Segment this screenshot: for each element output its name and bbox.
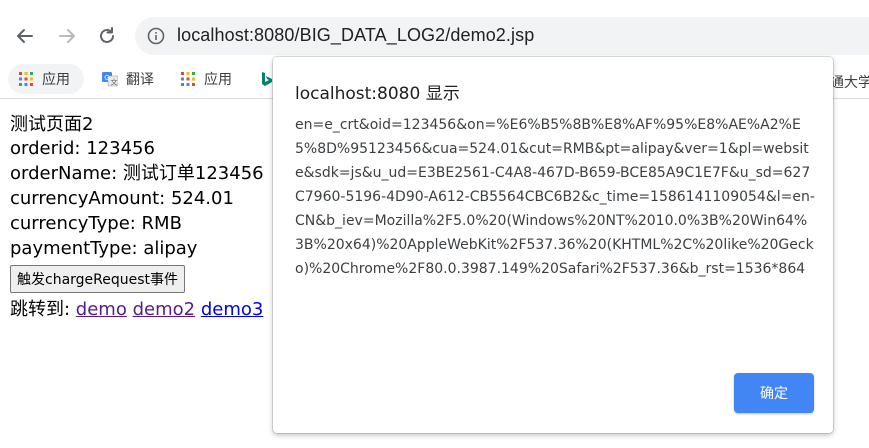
reload-icon (100, 27, 114, 43)
bookmark-label: 翻译 (126, 72, 154, 88)
dialog-title: localhost:8080 显示 (295, 84, 460, 104)
apps-grid-icon (19, 72, 33, 86)
bookmark-translate[interactable]: G 文 翻译 (92, 64, 168, 94)
jump-label: 跳转到: (10, 299, 76, 320)
svg-text:文: 文 (111, 78, 118, 87)
orderid-text: orderid: 123456 (10, 138, 155, 159)
bookmark-label: 应用 (204, 72, 232, 88)
ok-button[interactable]: 确定 (734, 373, 814, 413)
link-demo3[interactable]: demo3 (201, 299, 264, 320)
bookmark-label: 应用 (42, 72, 70, 88)
arrow-right-icon (59, 29, 75, 43)
reload-button[interactable] (93, 22, 121, 50)
currency-type-text: currencyType: RMB (10, 213, 182, 234)
page-heading: 测试页面2 (10, 114, 94, 135)
link-demo2[interactable]: demo2 (133, 299, 196, 320)
forward-button[interactable] (53, 22, 81, 50)
dialog-message: en=e_crt&oid=123456&on=%E6%B5%8B%E8%AF%9… (295, 117, 815, 277)
info-icon[interactable] (147, 27, 165, 45)
bookmark-overflow-label[interactable]: 通大学 (830, 72, 869, 92)
alert-dialog: localhost:8080 显示 en=e_crt&oid=123456&on… (273, 57, 833, 433)
back-button[interactable] (11, 22, 39, 50)
svg-text:G: G (104, 74, 109, 82)
currency-amount-text: currencyAmount: 524.01 (10, 188, 234, 209)
translate-icon: G 文 (102, 72, 118, 87)
bing-icon (262, 72, 272, 86)
trigger-charge-request-button[interactable]: 触发chargeRequest事件 (10, 265, 186, 293)
arrow-left-icon (17, 29, 33, 43)
link-demo[interactable]: demo (76, 299, 127, 320)
payment-type-text: paymentType: alipay (10, 238, 198, 259)
apps-grid-icon (181, 72, 195, 86)
jump-links-row: 跳转到: demo demo2 demo3 (10, 298, 263, 322)
browser-toolbar: localhost:8080/BIG_DATA_LOG2/demo2.jsp (0, 0, 869, 60)
address-bar[interactable]: localhost:8080/BIG_DATA_LOG2/demo2.jsp (135, 17, 869, 55)
url-text[interactable]: localhost:8080/BIG_DATA_LOG2/demo2.jsp (177, 25, 534, 46)
bookmark-apps[interactable]: 应用 (8, 64, 84, 94)
ordername-text: orderName: 测试订单123456 (10, 163, 264, 184)
bookmark-apps-2[interactable]: 应用 (170, 64, 250, 94)
